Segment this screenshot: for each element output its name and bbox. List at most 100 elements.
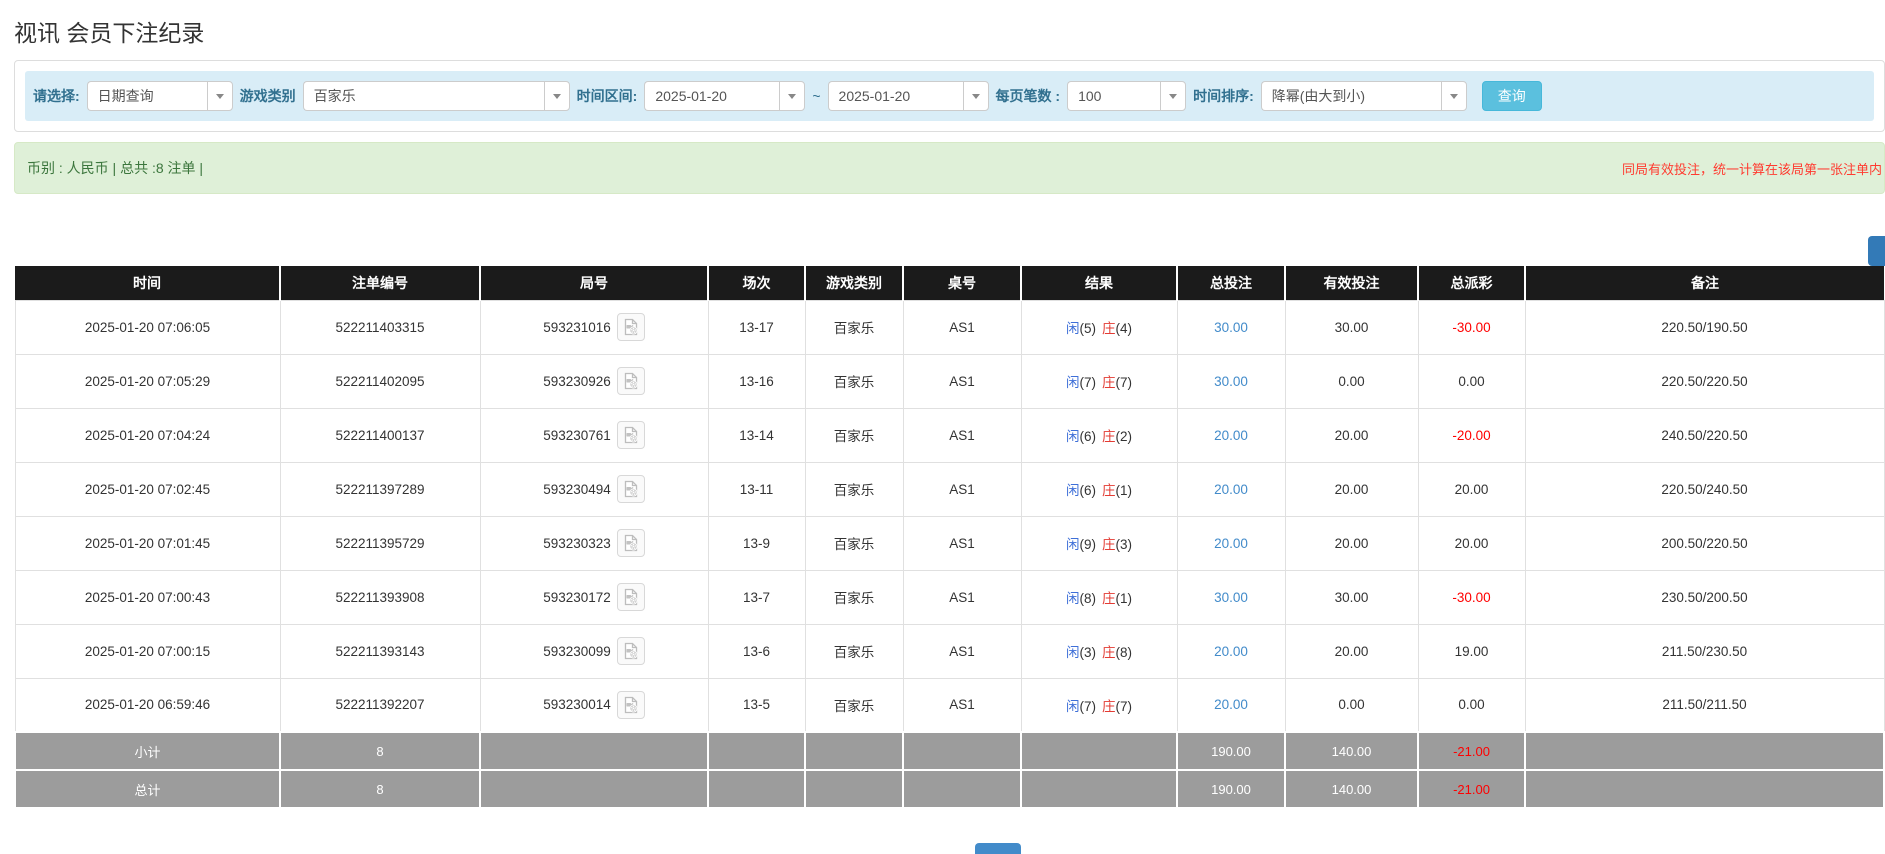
total-bet-link[interactable]: 20.00 [1214,482,1248,497]
cell-payout: 0.00 [1417,353,1526,409]
video-replay-button[interactable] [616,583,645,611]
subtotal-valid-bet: 140.00 [1284,731,1419,771]
time-sort-combobox [1260,81,1467,111]
cell-valid-bet: 20.00 [1284,461,1419,517]
cell-remark: 211.50/211.50 [1524,677,1885,733]
time-sort-label: 时间排序: [1193,88,1254,104]
cell-table-no: AS1 [902,515,1022,571]
query-type-caret-button[interactable] [206,81,233,111]
cell-game-type: 百家乐 [804,515,904,571]
cell-session: 13-9 [707,515,806,571]
total-bet-link[interactable]: 30.00 [1214,590,1248,605]
video-replay-button[interactable] [616,475,645,503]
page-size-caret-button[interactable] [1160,81,1187,111]
round-id-text: 593230926 [543,373,611,389]
result-banker-points: (3) [1115,537,1133,552]
total-total-bet: 190.00 [1176,769,1286,809]
table-row: 2025-01-20 07:00:15 522211393143 5932300… [14,623,1885,679]
column-header-4: 游戏类别 [805,266,904,300]
cell-time: 2025-01-20 07:02:45 [14,461,281,517]
cell-bet-id: 522211403315 [279,299,481,355]
cell-game-type: 百家乐 [804,407,904,463]
video-replay-button[interactable] [616,313,645,341]
time-sort-caret-button[interactable] [1440,81,1467,111]
subtotal-total-bet: 190.00 [1176,731,1286,771]
video-replay-button[interactable] [616,367,645,395]
result-player-label: 闲 [1066,429,1080,444]
cell-round-id: 593231016 [479,299,709,355]
cell-valid-bet: 30.00 [1284,299,1419,355]
table-row: 2025-01-20 07:04:24 522211400137 5932307… [14,407,1885,463]
result-banker-points: (2) [1115,429,1133,444]
cell-game-type: 百家乐 [804,461,904,517]
summary-bar: 币别 : 人民币 | 总共 :8 注单 | 同局有效投注，统一计算在该局第一张注… [14,142,1885,194]
filter-bar: 请选择: 游戏类别 时间区间: ~ 每页笔数 : 时间排序: 查 [25,71,1874,121]
cell-session: 13-7 [707,569,806,625]
result-player-points: (7) [1079,375,1097,390]
round-id-text: 593230323 [543,535,611,551]
cell-payout: 20.00 [1417,461,1526,517]
total-count: 8 [279,769,481,809]
date-range-label: 时间区间: [576,88,638,104]
subtotal-row: 小计 8 190.00 140.00 -21.00 [14,731,1885,771]
date-to-input[interactable] [827,81,963,111]
video-replay-button[interactable] [616,421,645,449]
date-to-caret-button[interactable] [962,81,989,111]
result-player-points: (6) [1079,483,1097,498]
result-banker-label: 庄 [1102,591,1116,606]
page-size-input[interactable] [1067,81,1161,111]
cell-total-bet: 20.00 [1176,407,1286,463]
cell-result: 闲(5) 庄(4) [1020,299,1178,355]
edge-cropped-button[interactable] [1868,236,1885,266]
betting-records-table: 时间 注单编号 局号 场次 游戏类别 桌号 结果 总投注 有效投注 总派彩 备注 2025-01-2… [14,266,1885,809]
cell-valid-bet: 20.00 [1284,623,1419,679]
cell-table-no: AS1 [902,407,1022,463]
video-replay-button[interactable] [616,637,645,665]
table-row: 2025-01-20 06:59:46 522211392207 5932300… [14,677,1885,733]
video-file-icon [624,588,638,606]
cell-session: 13-14 [707,407,806,463]
cell-payout: -30.00 [1417,569,1526,625]
result-banker-label: 庄 [1102,375,1116,390]
total-bet-link[interactable]: 20.00 [1214,697,1248,712]
cell-result: 闲(9) 庄(3) [1020,515,1178,571]
game-type-caret-button[interactable] [543,81,570,111]
cell-bet-id: 522211400137 [279,407,481,463]
date-range-tilde: ~ [812,88,821,104]
total-bet-link[interactable]: 20.00 [1214,644,1248,659]
game-type-label: 游戏类别 [239,88,296,104]
game-type-input[interactable] [302,81,544,111]
pagination-page-button[interactable] [975,843,1021,854]
result-player-label: 闲 [1066,698,1080,714]
total-bet-link[interactable]: 20.00 [1214,428,1248,443]
cell-remark: 220.50/190.50 [1524,299,1885,355]
video-replay-button[interactable] [616,690,645,719]
cell-time: 2025-01-20 06:59:46 [14,677,281,733]
video-replay-button[interactable] [616,529,645,557]
date-from-caret-button[interactable] [779,81,806,111]
result-banker-label: 庄 [1102,429,1116,444]
cell-game-type: 百家乐 [804,569,904,625]
query-type-input[interactable] [86,81,207,111]
cell-round-id: 593230172 [479,569,709,625]
result-player-label: 闲 [1066,321,1080,336]
cell-valid-bet: 0.00 [1284,353,1419,409]
result-banker-points: (8) [1115,645,1133,660]
table-row: 2025-01-20 07:05:29 522211402095 5932309… [14,353,1885,409]
time-sort-input[interactable] [1260,81,1441,111]
cell-table-no: AS1 [902,353,1022,409]
cell-game-type: 百家乐 [804,623,904,679]
table-row: 2025-01-20 07:00:43 522211393908 5932301… [14,569,1885,625]
subtotal-label: 小计 [14,731,281,771]
total-bet-link[interactable]: 20.00 [1214,536,1248,551]
table-row: 2025-01-20 07:02:45 522211397289 5932304… [14,461,1885,517]
date-from-input[interactable] [644,81,780,111]
search-button[interactable]: 查询 [1481,81,1542,111]
result-banker-label: 庄 [1102,698,1116,714]
total-bet-link[interactable]: 30.00 [1214,374,1248,389]
query-type-combobox [86,81,233,111]
cell-time: 2025-01-20 07:06:05 [14,299,281,355]
total-bet-link[interactable]: 30.00 [1214,320,1248,335]
cell-total-bet: 20.00 [1176,677,1286,733]
cell-payout: 0.00 [1417,677,1526,733]
